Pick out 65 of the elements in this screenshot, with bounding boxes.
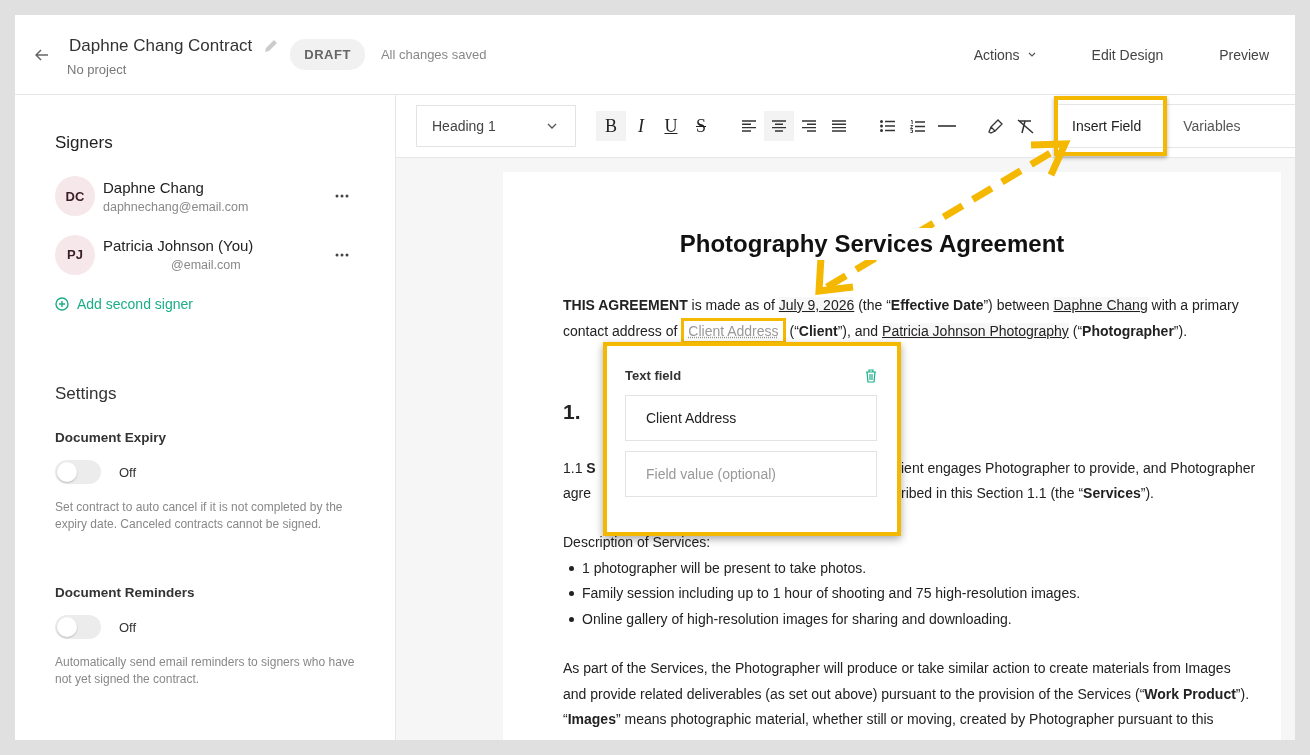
- paragraph-fragment: ient engages Photographer to provide, and Photographer: [901, 459, 1256, 478]
- section-heading: Signers: [55, 133, 114, 153]
- bullet-item: 1 photographer will be present to take photos.: [582, 558, 867, 578]
- signer-email: @email.com: [170, 258, 242, 273]
- toggle-switch[interactable]: [55, 615, 101, 639]
- list-title: Description of Services:: [563, 533, 712, 552]
- toolbar-tab[interactable]: Insert Field: [1054, 96, 1168, 156]
- toggle-state: Off: [119, 619, 137, 635]
- more-icon[interactable]: [335, 194, 349, 199]
- numbered-list-icon: [909, 119, 925, 133]
- strike-button[interactable]: S: [686, 111, 716, 141]
- toolbar-tab[interactable]: Variables: [1167, 105, 1265, 147]
- pen-icon: [987, 118, 1003, 134]
- variable-chip[interactable]: Daphne Chang: [1053, 297, 1148, 313]
- style-dropdown[interactable]: Heading 1: [416, 105, 576, 147]
- setting-description: Automatically send email reminders to signers who have not yet signed the contract.: [55, 654, 355, 688]
- align-center-icon: [772, 120, 786, 132]
- section-number: 1.: [563, 400, 581, 424]
- toggle-switch[interactable]: [55, 460, 101, 484]
- more-icon[interactable]: [335, 252, 349, 257]
- signer-name: Patricia Johnson (You): [103, 237, 255, 255]
- bullet-item: Online gallery of high-resolution images for sharing and downloading.: [582, 609, 1012, 629]
- setting-description: Set contract to auto cancel if it is not completed by the expiry date. Canceled contracts cannot be signed.: [55, 499, 344, 533]
- project-label: No project: [67, 62, 128, 77]
- header-link[interactable]: Edit Design: [1091, 46, 1164, 63]
- setting-label: Document Reminders: [55, 585, 196, 600]
- setting-label: Document Expiry: [55, 430, 168, 445]
- field-value-input[interactable]: Field value (optional): [625, 451, 877, 497]
- field-name-input[interactable]: Client Address: [625, 395, 877, 441]
- bold-button[interactable]: B: [596, 111, 626, 141]
- actions-dropdown[interactable]: Actions: [973, 46, 1036, 63]
- trash-icon[interactable]: [865, 368, 877, 383]
- paragraph-line: and provide related deliverables (as set out above) pursuant to the provision of the Services (“Work Product”).: [563, 684, 1251, 704]
- clear-format-icon: [1016, 118, 1034, 134]
- align-right-icon: [802, 120, 816, 132]
- save-status: All changes saved: [380, 47, 487, 62]
- paragraph-fragment: agre: [563, 484, 593, 503]
- signer-email: daphnechang@email.com: [103, 199, 250, 214]
- justify-icon: [832, 120, 846, 132]
- header-link[interactable]: Preview: [1219, 46, 1269, 63]
- variable-chip[interactable]: July 9, 2026: [778, 297, 855, 313]
- paragraph-fragment: ribed in this Section 1.1 (the “Services”).: [901, 484, 1154, 503]
- plus-circle-icon: [55, 297, 69, 311]
- document-title: Daphne Chang Contract: [69, 36, 253, 56]
- status-badge: DRAFT: [290, 39, 365, 70]
- horizontal-line-icon: [938, 125, 956, 127]
- avatar: PJ: [55, 234, 95, 275]
- paragraph-fragment: 1.1 S: [563, 459, 597, 478]
- variable-chip[interactable]: Patricia Johnson Photography: [882, 323, 1069, 339]
- signer-name: Daphne Chang: [103, 178, 205, 196]
- chevron-icon: [547, 123, 557, 129]
- toggle-state: Off: [119, 464, 137, 480]
- align-left-icon: [742, 120, 756, 132]
- section-heading: Settings: [55, 384, 118, 404]
- popup-title: Text field: [625, 368, 682, 383]
- caret-icon: [1027, 52, 1036, 57]
- bullet-item: Family session including up to 1 hour of shooting and 75 high-resolution images.: [582, 584, 1081, 603]
- italic-button[interactable]: I: [626, 111, 656, 141]
- bulleted-list-icon: [879, 120, 895, 132]
- underline-button[interactable]: U: [656, 111, 686, 141]
- align-center-button[interactable]: [764, 111, 794, 141]
- avatar: DC: [55, 176, 95, 217]
- back-arrow-icon[interactable]: [35, 48, 49, 61]
- paragraph-line: As part of the Services, the Photographer will produce or take similar action to create materials from Images: [563, 659, 1232, 678]
- paragraph-line: “Images” means photographic material, whether still or moving, created by Photographer pursuant to this: [563, 710, 1215, 729]
